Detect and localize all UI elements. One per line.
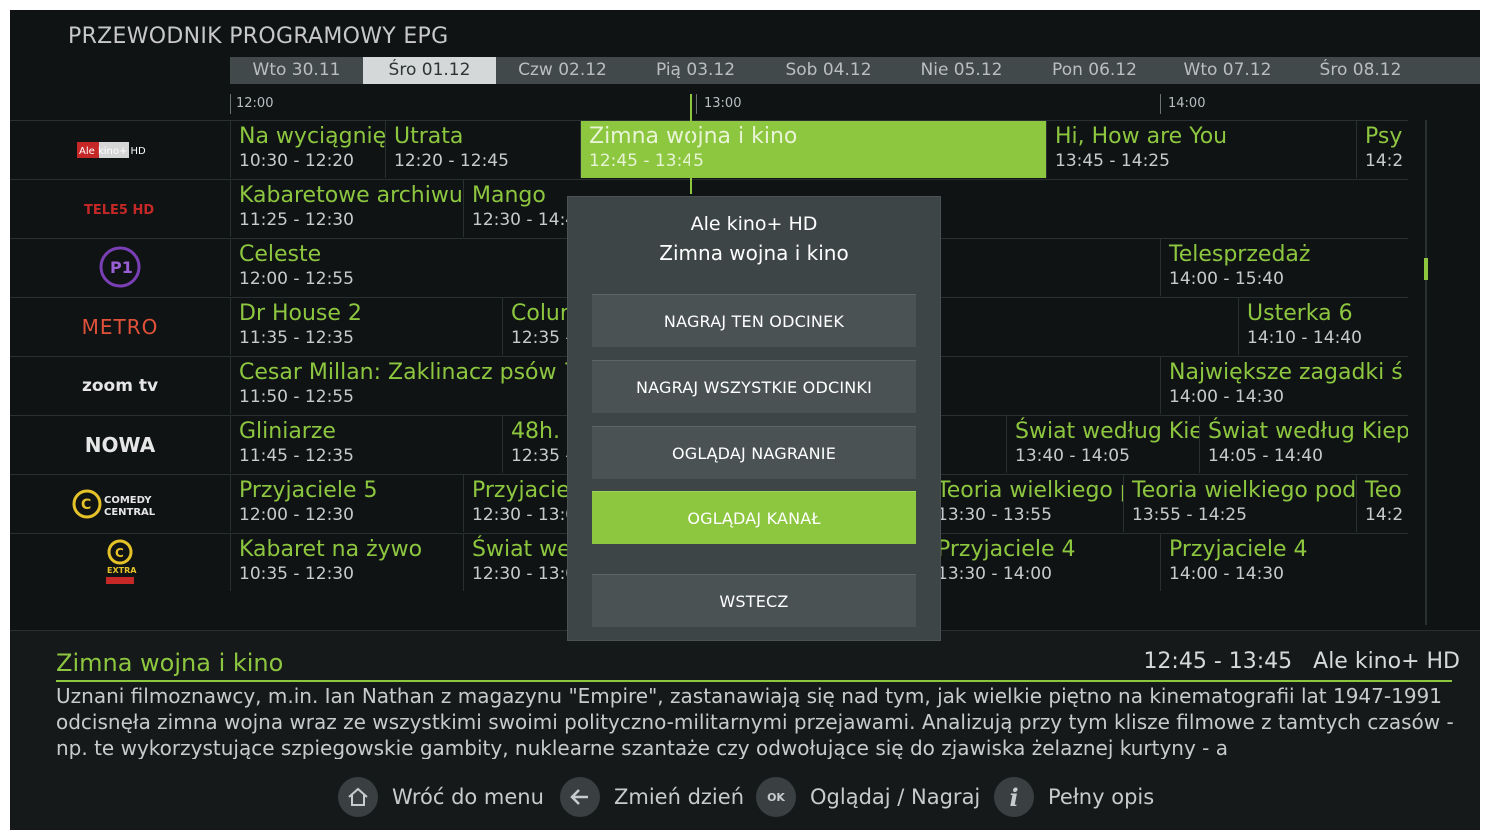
info-time-channel: 12:45 - 13:45 Ale kino+ HD — [1143, 649, 1460, 674]
record-episode-button[interactable]: NAGRAJ TEN ODCINEK — [592, 294, 916, 347]
info-title: Zimna wojna i kino — [56, 649, 284, 677]
program-cell[interactable]: Teoria wielkiego podr 13:55 - 14:25 — [1123, 475, 1356, 532]
time-label: 13:00 — [704, 96, 742, 111]
scrollbar-track[interactable] — [1425, 120, 1427, 625]
channel-logo-metro: METRO — [10, 298, 230, 356]
info-description: Uznani filmoznawcy, m.in. Ian Nathan z m… — [56, 684, 1454, 759]
program-cell[interactable]: Kabaret na żywo 10:35 - 12:30 — [230, 534, 463, 591]
svg-text:P1: P1 — [110, 258, 133, 277]
svg-text:EXTRA: EXTRA — [107, 566, 137, 575]
program-cell[interactable]: Celeste 12:00 - 12:55 — [230, 239, 580, 296]
program-cell[interactable]: Dr House 2 11:35 - 12:35 — [230, 298, 502, 355]
channel-logo-alekino: Ale kino+ HD — [10, 121, 230, 179]
channel-logo-comedy-central: C COMEDY CENTRAL — [10, 475, 230, 533]
watch-record-hint-label: Oglądaj / Nagraj — [810, 785, 981, 809]
program-cell[interactable]: Hi, How are You 13:45 - 14:25 — [1046, 121, 1356, 178]
watch-channel-button[interactable]: OGLĄDAJ KANAŁ — [592, 491, 916, 544]
svg-text:CENTRAL: CENTRAL — [104, 507, 156, 518]
channel-logo-comedy-central-extra: C EXTRA — [10, 534, 230, 592]
epg-screen: PRZEWODNIK PROGRAMOWY EPG Wto 30.11 Śro … — [10, 10, 1480, 830]
program-cell[interactable]: Przyjaciele 4 13:30 - 14:00 — [928, 534, 1160, 591]
page-title: PRZEWODNIK PROGRAMOWY EPG — [68, 24, 449, 49]
home-hint-button[interactable]: Wróć do menu — [338, 777, 544, 817]
tab-date-8[interactable]: Śro 08.12 — [1294, 57, 1427, 84]
logo-text: Ale kino+ HD — [79, 146, 146, 157]
tab-date-4[interactable]: Sob 04.12 — [762, 57, 895, 84]
program-action-dialog: Ale kino+ HD Zimna wojna i kino NAGRAJ T… — [568, 197, 940, 640]
channel-logo-zoom: zoom tv — [10, 357, 230, 415]
change-day-hint-label: Zmień dzień — [614, 785, 744, 809]
svg-text:C: C — [81, 497, 91, 513]
program-cell[interactable]: Największe zagadki ś 14:00 - 14:30 — [1160, 357, 1408, 414]
watch-record-hint-button[interactable]: OK Oglądaj / Nagraj — [756, 777, 980, 817]
home-icon — [338, 777, 378, 817]
time-tick — [696, 94, 697, 114]
program-cell[interactable]: Teo 14:2 — [1356, 475, 1408, 532]
program-cell[interactable]: Świat według Kiep 14:05 - 14:40 — [1199, 416, 1408, 473]
logo-text: NOWA — [84, 433, 156, 457]
home-hint-label: Wróć do menu — [392, 785, 544, 809]
info-divider — [56, 680, 1452, 682]
program-cell[interactable]: Telesprzedaż 14:00 - 15:40 — [1160, 239, 1408, 296]
back-button[interactable]: WSTECZ — [592, 574, 916, 627]
tab-date-3[interactable]: Pią 03.12 — [629, 57, 762, 84]
channel-row: Ale kino+ HD Na wyciągnięcie10:30 - 12:2… — [10, 120, 1408, 179]
tab-date-6[interactable]: Pon 06.12 — [1028, 57, 1161, 84]
date-tabs: Wto 30.11 Śro 01.12 Czw 02.12 Pią 03.12 … — [230, 57, 1480, 84]
scrollbar-thumb[interactable] — [1424, 258, 1428, 280]
time-label: 12:00 — [236, 96, 274, 111]
dialog-channel-name: Ale kino+ HD — [690, 213, 818, 235]
back-arrow-icon — [560, 777, 600, 817]
program-cell[interactable]: Przyjaciele 4 14:00 - 14:30 — [1160, 534, 1408, 591]
channel-logo-nowa: NOWA — [10, 416, 230, 474]
program-cell[interactable]: Usterka 6 14:10 - 14:40 — [1238, 298, 1408, 355]
channel-logo-polsat1: P1 — [10, 239, 230, 297]
program-cell[interactable]: Cesar Millan: Zaklinacz psów 7 11:50 - 12… — [230, 357, 590, 414]
program-cell[interactable]: Teoria wielkiego p 13:30 - 13:55 — [928, 475, 1123, 532]
record-all-episodes-button[interactable]: NAGRAJ WSZYSTKIE ODCINKI — [592, 360, 916, 413]
logo-text: TELE5 HD — [84, 203, 154, 218]
tab-date-5[interactable]: Nie 05.12 — [895, 57, 1028, 84]
time-tick — [1160, 94, 1161, 114]
logo-text: zoom tv — [81, 376, 159, 396]
program-cell-selected[interactable]: Zimna wojna i kino 12:45 - 13:45 — [580, 121, 1046, 178]
info-icon: i — [994, 777, 1034, 817]
footer-hints: Wróć do menu Zmień dzień OK Oglądaj / Na… — [10, 765, 1480, 825]
program-cell[interactable]: Kabaretowe archiwum 11:25 - 12:30 — [230, 180, 463, 237]
full-description-hint-label: Pełny opis — [1048, 785, 1155, 809]
full-description-hint-button[interactable]: i Pełny opis — [994, 777, 1154, 817]
svg-text:COMEDY: COMEDY — [104, 495, 152, 506]
tab-date-7[interactable]: Wto 07.12 — [1161, 57, 1294, 84]
dialog-program-title: Zimna wojna i kino — [659, 241, 849, 265]
program-cell[interactable]: Na wyciągnięcie10:30 - 12:20 — [230, 121, 385, 178]
time-tick — [230, 94, 231, 114]
program-cell[interactable]: Utrata 12:20 - 12:45 — [385, 121, 580, 178]
current-time-line — [690, 94, 692, 194]
tab-date-1[interactable]: Śro 01.12 — [363, 57, 496, 84]
channel-logo-tele5: TELE5 HD — [10, 180, 230, 238]
svg-text:C: C — [115, 546, 124, 560]
ok-icon: OK — [756, 777, 796, 817]
logo-text: METRO — [81, 315, 159, 339]
watch-recording-button[interactable]: OGLĄDAJ NAGRANIE — [592, 426, 916, 479]
program-cell[interactable]: Gliniarze 11:45 - 12:35 — [230, 416, 502, 473]
time-label: 14:00 — [1168, 96, 1206, 111]
program-cell[interactable]: Świat według Kiep 13:40 - 14:05 — [1006, 416, 1199, 473]
program-cell[interactable]: Psy 14:2 — [1356, 121, 1408, 178]
change-day-hint-button[interactable]: Zmień dzień — [560, 777, 744, 817]
program-cell[interactable]: Przyjaciele 5 12:00 - 12:30 — [230, 475, 463, 532]
tab-date-2[interactable]: Czw 02.12 — [496, 57, 629, 84]
tab-date-0[interactable]: Wto 30.11 — [230, 57, 363, 84]
